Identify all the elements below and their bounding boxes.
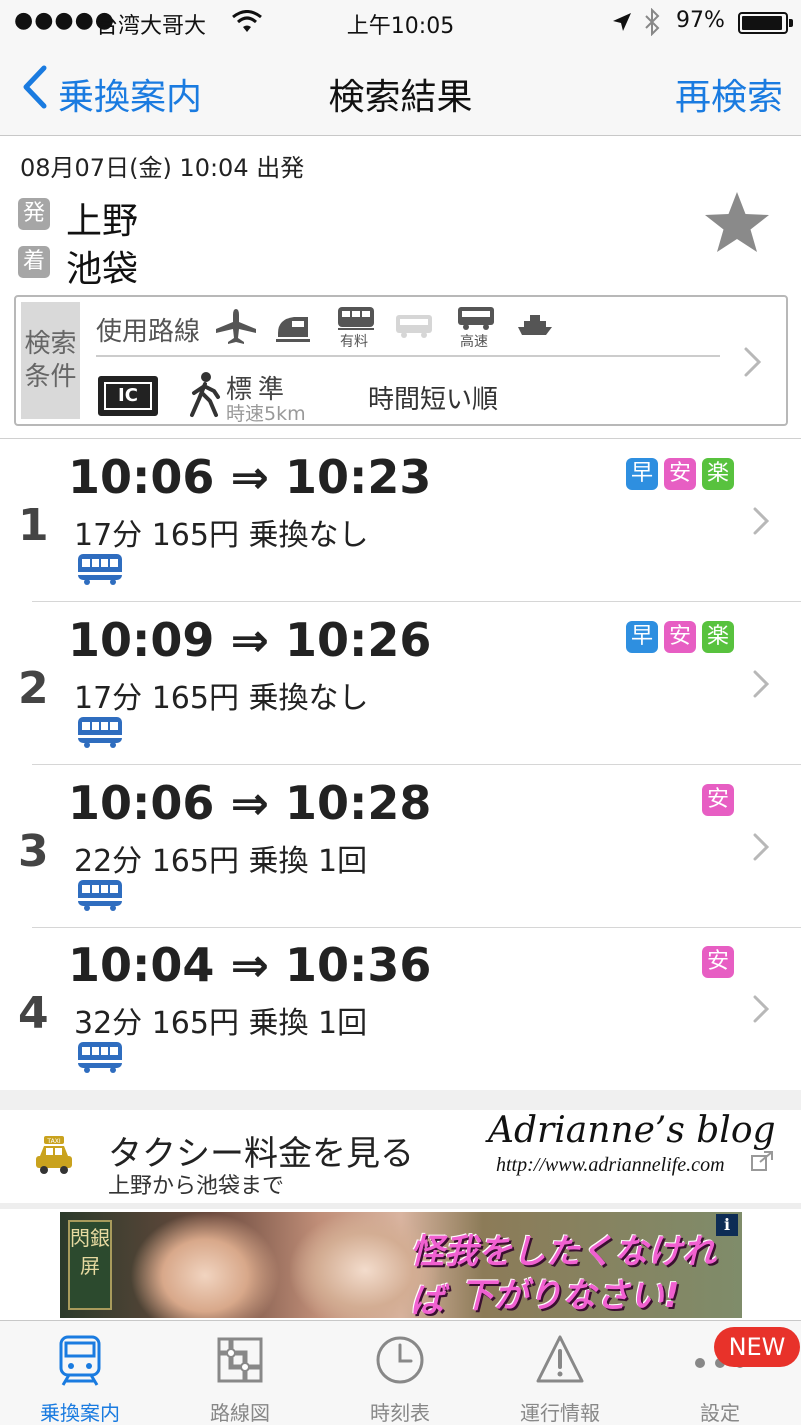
tab-label: 運行情報 [520, 1401, 600, 1425]
ad-headline-line2: 下がりなさい! [460, 1276, 680, 1316]
arrive-badge: 着 [18, 246, 50, 278]
ad-artwork-character-left [130, 1212, 280, 1318]
route-info: 17分 165円 乗換なし [74, 518, 369, 553]
ad-logo: 閃銀屏 [68, 1220, 112, 1310]
section-gap [0, 1090, 801, 1110]
tab-label: 時刻表 [370, 1401, 430, 1425]
ad-info-icon[interactable]: i [716, 1214, 738, 1236]
clock-icon [376, 1336, 424, 1384]
highway-bus-icon [458, 307, 494, 330]
taxi-icon: TAXI [36, 1136, 72, 1174]
watermark-blog-name: Adrianne’s blog [488, 1110, 776, 1151]
section-divider [0, 1203, 801, 1209]
tag-cheapest: 安 [702, 784, 734, 816]
route-number: 3 [18, 826, 49, 877]
tag-cheapest: 安 [664, 621, 696, 653]
tag-fastest: 早 [626, 458, 658, 490]
chevron-right-icon [753, 507, 770, 535]
ic-card-icon: IC [98, 376, 158, 416]
status-bar: ●●●●● 台湾大哥大 上午10:05 97% [0, 0, 801, 44]
search-conditions-panel[interactable]: 検索条件 使用路線 有料 高速 IC 標準 時速5km 時間短い順 [14, 295, 788, 426]
external-link-icon [751, 1151, 773, 1171]
shinkansen-icon [276, 317, 310, 342]
route-row[interactable]: 3 10:06 ⇒ 10:28 22分 165円 乗換 1回 安 [0, 766, 801, 928]
ferry-icon [518, 315, 552, 335]
warning-icon [536, 1335, 584, 1383]
depart-badge: 発 [18, 198, 50, 230]
row-divider [32, 601, 801, 602]
bus-icon-disabled [396, 315, 432, 338]
route-info: 22分 165円 乗換 1回 [74, 844, 368, 879]
chevron-right-icon [753, 670, 770, 698]
navigation-bar: 乗換案内 検索結果 再検索 [0, 44, 801, 136]
ic-label: IC [104, 382, 152, 410]
route-info: 17分 165円 乗換なし [74, 681, 369, 716]
walking-speed-value: 時速5km [226, 403, 306, 425]
battery-percent: 97% [676, 8, 725, 33]
tag-cheapest: 安 [702, 946, 734, 978]
chevron-right-icon [753, 833, 770, 861]
express-icon-caption: 高速 [460, 334, 488, 350]
tab-label: 乗換案内 [40, 1401, 120, 1425]
paid-icon-caption: 有料 [340, 334, 368, 350]
route-info: 32分 165円 乗換 1回 [74, 1006, 368, 1041]
departure-datetime: 08月07日(金) 10:04 出発 [20, 154, 305, 182]
location-arrow-icon [613, 13, 631, 31]
train-icon [78, 1042, 122, 1073]
research-button[interactable]: 再検索 [675, 68, 783, 120]
chevron-right-icon [744, 347, 762, 377]
tab-service-info[interactable]: 運行情報 [480, 1321, 640, 1425]
route-map-icon [217, 1337, 263, 1383]
conditions-divider [96, 355, 720, 357]
taxi-icon-label: TAXI [46, 1138, 60, 1145]
battery-icon [738, 12, 788, 34]
train-icon [78, 880, 122, 911]
watermark-blog-url: http://www.adriannelife.com [496, 1154, 725, 1176]
route-times: 10:06 ⇒ 10:28 [68, 776, 432, 830]
route-row[interactable]: 2 10:09 ⇒ 10:26 17分 165円 乗換なし 早 安 楽 [0, 603, 801, 765]
arrive-station: 池袋 [66, 249, 139, 290]
route-row[interactable]: 1 10:06 ⇒ 10:23 17分 165円 乗換なし 早 安 楽 [0, 440, 801, 602]
train-icon [78, 554, 122, 585]
tab-label: 路線図 [210, 1401, 270, 1425]
route-number: 1 [18, 500, 49, 551]
ad-banner[interactable]: 閃銀屏 怪我をしたくなければ 下がりなさい! i [60, 1212, 742, 1318]
train-tab-icon [59, 1335, 101, 1386]
tab-transit[interactable]: 乗換案内 [0, 1321, 160, 1425]
row-divider [32, 764, 801, 765]
conditions-label: 検索条件 [21, 302, 80, 419]
chevron-right-icon [753, 995, 770, 1023]
route-number: 2 [18, 663, 49, 714]
tab-bar: 乗換案内 路線図 時刻表 運行情報 設定 [0, 1320, 801, 1425]
route-times: 10:04 ⇒ 10:36 [68, 938, 432, 992]
taxi-fare-link[interactable]: TAXI タクシー料金を見る 上野から池袋まで Adrianne’s blog … [0, 1110, 801, 1202]
airplane-icon [216, 309, 256, 344]
tab-route-map[interactable]: 路線図 [160, 1321, 320, 1425]
favorite-star-icon[interactable] [702, 188, 772, 258]
paid-express-train-icon [338, 307, 374, 330]
walking-icon [190, 372, 220, 417]
route-row[interactable]: 4 10:04 ⇒ 10:36 32分 165円 乗換 1回 安 [0, 928, 801, 1090]
tag-cheapest: 安 [664, 458, 696, 490]
tag-easiest: 楽 [702, 458, 734, 490]
routes-used-label: 使用路線 [96, 317, 201, 347]
tag-fastest: 早 [626, 621, 658, 653]
battery-tip [789, 19, 793, 27]
section-divider [0, 438, 801, 439]
depart-station: 上野 [66, 201, 139, 242]
tab-label: 設定 [700, 1401, 740, 1425]
route-times: 10:06 ⇒ 10:23 [68, 450, 432, 504]
bluetooth-icon [645, 8, 660, 36]
tag-easiest: 楽 [702, 621, 734, 653]
new-badge: NEW [714, 1327, 800, 1367]
sort-order: 時間短い順 [368, 385, 499, 415]
taxi-subtitle: 上野から池袋まで [108, 1174, 285, 1199]
train-icon [78, 717, 122, 748]
route-number: 4 [18, 988, 49, 1039]
route-times: 10:09 ⇒ 10:26 [68, 613, 432, 667]
tab-timetable[interactable]: 時刻表 [320, 1321, 480, 1425]
